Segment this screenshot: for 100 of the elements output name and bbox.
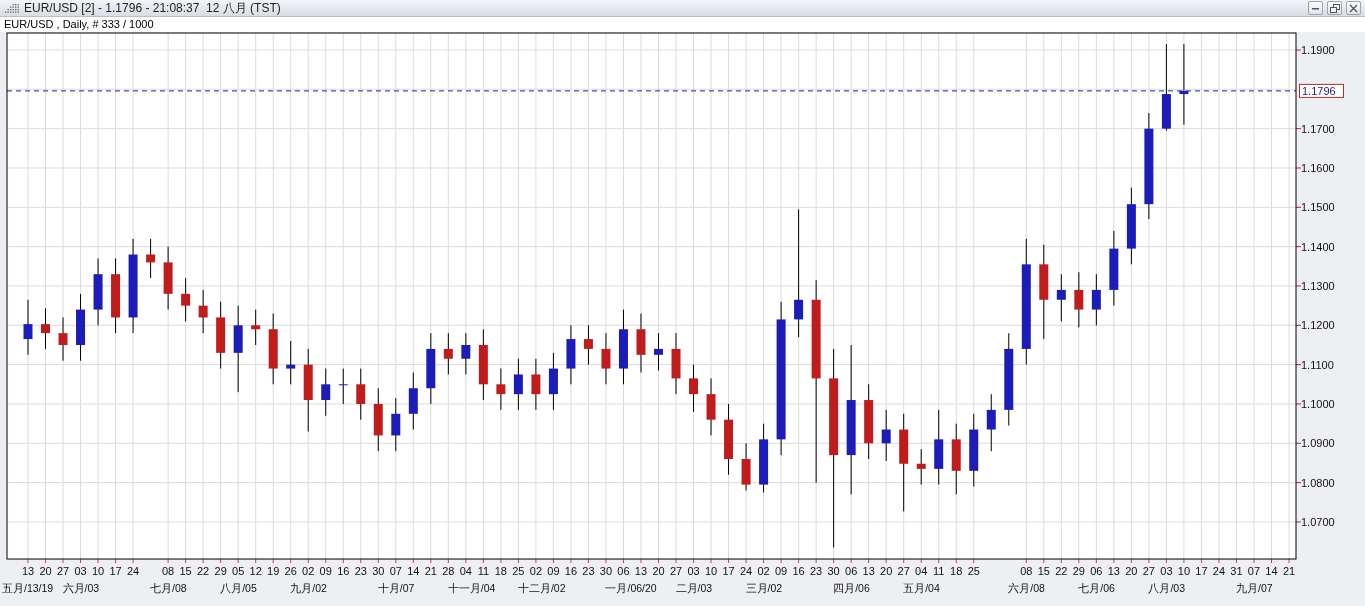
candlestick xyxy=(41,307,50,350)
axis-label: 20 xyxy=(880,565,893,577)
axis-label: 05 xyxy=(232,565,245,577)
month-label: 三月/02 xyxy=(745,582,783,594)
restore-button[interactable] xyxy=(1327,1,1342,15)
axis-label: 14 xyxy=(1265,565,1278,577)
axis-label: 25 xyxy=(512,565,525,577)
axis-label: 1.1500 xyxy=(1301,201,1335,214)
axis-label: 21 xyxy=(424,565,437,577)
month-label: 六月/08 xyxy=(1008,582,1045,594)
window-title: EUR/USD [2] - 1.1796 - 21:08:37 12 八月 (TST) xyxy=(24,0,281,17)
close-button[interactable] xyxy=(1346,1,1361,15)
candlestick xyxy=(181,277,191,322)
axis-label: 18 xyxy=(950,565,963,577)
axis-label: 27 xyxy=(897,565,910,577)
axis-label: 02 xyxy=(529,565,543,577)
month-label: 九月/07 xyxy=(1235,582,1273,594)
month-label: 五月/04 xyxy=(903,582,940,594)
month-label: 五月/13/19 xyxy=(2,582,54,594)
candlestick xyxy=(951,423,961,495)
axis-label: 30 xyxy=(599,565,613,577)
candlestick xyxy=(58,316,68,362)
axis-label: 23 xyxy=(354,565,367,577)
chart-header: EUR/USD , Daily, # 333 / 1000 xyxy=(0,17,1365,32)
candlestick xyxy=(636,313,646,373)
axis-label: 1.0700 xyxy=(1301,515,1335,528)
axis-label: 09 xyxy=(774,565,788,577)
restore-icon xyxy=(1329,3,1340,13)
axis-label: 1.1700 xyxy=(1301,122,1335,135)
axis-label: 03 xyxy=(74,565,87,577)
axis-label: 08 xyxy=(162,565,175,577)
axis-label: 09 xyxy=(319,565,332,577)
axis-label: 24 xyxy=(126,565,140,577)
axis-label: 04 xyxy=(915,565,928,577)
axis-label: 03 xyxy=(1160,565,1173,577)
candlestick xyxy=(566,324,576,385)
candlestick xyxy=(93,257,103,326)
axis-label: 22 xyxy=(197,565,210,577)
axis-label: 12 xyxy=(249,565,262,577)
candlestick xyxy=(268,313,278,385)
candlestick xyxy=(408,372,418,431)
month-label: 十月/07 xyxy=(377,582,415,594)
candlestick xyxy=(338,368,348,405)
axis-label: 27 xyxy=(56,565,70,577)
month-label: 八月/03 xyxy=(1148,582,1185,594)
axis-label: 22 xyxy=(1055,565,1068,577)
axis-label: 09 xyxy=(547,565,560,577)
axis-label: 1.1200 xyxy=(1301,319,1335,332)
price-label: 1.1796 xyxy=(1299,83,1344,98)
axis-label: 02 xyxy=(757,565,770,577)
month-label: 四月/06 xyxy=(833,582,870,594)
month-label: 七月/08 xyxy=(150,582,187,594)
candlestick xyxy=(321,368,331,417)
axis-label: 04 xyxy=(459,565,472,577)
chart-window-icon xyxy=(4,2,20,14)
axis-label: 06 xyxy=(617,565,630,577)
axis-label: 10 xyxy=(704,565,718,577)
axis-label: 16 xyxy=(564,565,578,577)
candlestick xyxy=(881,409,891,462)
axis-label: 14 xyxy=(407,565,420,577)
month-label: 八月/05 xyxy=(220,582,257,594)
candlestick xyxy=(689,364,699,413)
axis-label: 15 xyxy=(179,565,192,577)
axis-label: 16 xyxy=(792,565,805,577)
axis-label: 29 xyxy=(214,565,227,577)
candlestick xyxy=(163,246,173,311)
axis-label: 23 xyxy=(810,565,823,577)
axis-label: 31 xyxy=(1230,565,1243,577)
axis-label: 13 xyxy=(862,565,875,577)
candlestick xyxy=(216,301,226,370)
axis-label: 07 xyxy=(1247,565,1261,577)
candlestick xyxy=(391,397,401,452)
axis-label: 13 xyxy=(634,565,648,577)
candlestick xyxy=(146,238,156,279)
candlestick xyxy=(496,368,506,411)
candlestick xyxy=(373,387,383,452)
axis-label: 25 xyxy=(967,565,980,577)
axis-label: 1.0900 xyxy=(1301,437,1335,450)
month-label: 二月/03 xyxy=(675,582,713,594)
candlestick xyxy=(513,358,523,411)
month-label: 九月/02 xyxy=(290,582,327,594)
candlestick xyxy=(706,377,716,436)
candlestick xyxy=(1056,273,1066,322)
candlestick xyxy=(741,442,751,491)
axis-label: 24 xyxy=(739,565,753,577)
axis-label: 06 xyxy=(1090,565,1103,577)
minimize-button[interactable] xyxy=(1308,1,1323,15)
candlestick xyxy=(356,368,366,421)
axis-label: 06 xyxy=(845,565,858,577)
axis-label: 17 xyxy=(1195,565,1208,577)
axis-label: 27 xyxy=(1142,565,1155,577)
axis-label: 20 xyxy=(1125,565,1138,577)
axis-label: 1.0800 xyxy=(1301,476,1335,489)
month-label: 一月/06/20 xyxy=(605,582,657,594)
month-label: 七月/06 xyxy=(1078,582,1115,594)
candlestick xyxy=(286,340,296,385)
candlestick xyxy=(461,332,471,375)
axis-label: 20 xyxy=(652,565,665,577)
close-icon xyxy=(1349,3,1358,13)
axis-label: 27 xyxy=(669,565,683,577)
